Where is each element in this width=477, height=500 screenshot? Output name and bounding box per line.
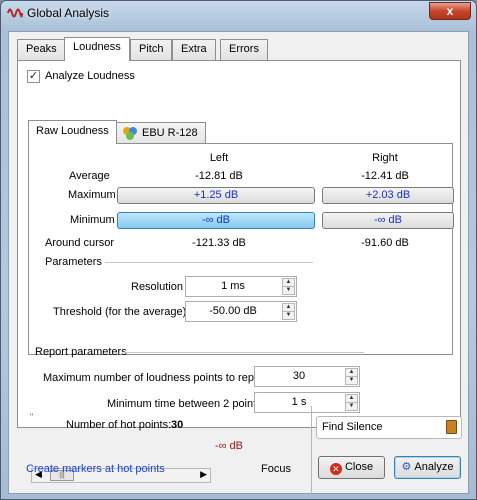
resolution-label: Resolution xyxy=(131,281,183,293)
maximum-left-button[interactable]: +1.25 dB xyxy=(117,187,315,204)
tab-peaks[interactable]: Peaks xyxy=(17,39,66,60)
report-divider xyxy=(124,352,364,353)
scroll-right-arrow-icon[interactable]: ▶ xyxy=(200,469,207,480)
subtab-ebu-label: EBU R-128 xyxy=(142,127,198,139)
tab-loudness[interactable]: Loudness xyxy=(64,37,130,61)
min-time-label: Minimum time between 2 points xyxy=(107,398,262,410)
column-left-header: Left xyxy=(209,152,229,164)
resolution-spinbox[interactable]: 1 ms ▲ ▼ xyxy=(185,276,297,297)
find-silence-icon xyxy=(446,420,457,434)
waveform-app-icon xyxy=(7,8,23,18)
window-close-button[interactable]: x xyxy=(429,2,471,20)
threshold-spinbox[interactable]: -50.00 dB ▲ ▼ xyxy=(185,301,297,322)
around-cursor-label: Around cursor xyxy=(45,237,115,249)
maximum-label: Maximum xyxy=(68,189,116,201)
title-bar: Global Analysis x xyxy=(1,1,476,25)
loudness-tab-panel: ✓ Analyze Loudness Raw Loudness EBU R-12… xyxy=(17,60,461,428)
focus-label: Focus xyxy=(261,463,291,475)
subtab-ebu-r128[interactable]: EBU R-128 xyxy=(115,122,206,144)
parameters-divider xyxy=(105,262,313,263)
parameters-heading: Parameters xyxy=(45,256,102,268)
average-left-value: -12.81 dB xyxy=(195,170,243,182)
analyze-gear-icon: ⚙ xyxy=(401,461,412,473)
dialog-client-area: Peaks Loudness Pitch Extra Errors ✓ Anal… xyxy=(8,31,469,495)
tab-pitch[interactable]: Pitch xyxy=(130,39,173,60)
min-time-value: 1 s xyxy=(291,396,307,408)
analyze-loudness-label: Analyze Loudness xyxy=(45,70,135,82)
average-right-value: -12.41 dB xyxy=(361,170,409,182)
hot-points-count: 30 xyxy=(171,419,184,431)
create-markers-link[interactable]: Create markers at hot points xyxy=(26,463,165,475)
maximum-right-button[interactable]: +2.03 dB xyxy=(322,187,454,204)
hot-points-glyph: " xyxy=(30,412,34,422)
minimum-label: Minimum xyxy=(70,214,115,226)
min-time-spinbox[interactable]: 1 s ▲ ▼ xyxy=(254,392,360,413)
analyze-label: Analyze xyxy=(414,461,454,473)
cursor-left-value: -121.33 dB xyxy=(192,237,246,249)
global-analysis-window: Global Analysis x Peaks Loudness Pitch E… xyxy=(0,0,477,500)
analyze-button[interactable]: ⚙ Analyze xyxy=(394,456,461,479)
close-icon: ✕ xyxy=(329,463,342,475)
analyze-loudness-checkbox[interactable]: ✓ xyxy=(27,70,40,83)
minimum-left-button[interactable]: -∞ dB xyxy=(117,212,315,229)
subtab-raw-loudness[interactable]: Raw Loudness xyxy=(28,120,117,144)
cursor-right-value: -91.60 dB xyxy=(361,237,409,249)
hot-points-label: Number of hot points: xyxy=(66,419,172,431)
close-label: Close xyxy=(344,461,374,473)
bottom-divider xyxy=(311,406,312,495)
window-title: Global Analysis xyxy=(27,6,110,20)
hot-points-scroll-value: -∞ dB xyxy=(215,440,244,452)
raw-loudness-panel: Left Right Average -12.81 dB -12.41 dB M… xyxy=(28,143,454,355)
threshold-value: -50.00 dB xyxy=(209,305,257,317)
report-parameters-heading: Report parameters xyxy=(35,346,127,358)
close-button[interactable]: ✕ Close xyxy=(318,456,385,479)
max-points-value: 30 xyxy=(292,370,306,382)
find-silence-button[interactable]: Find Silence xyxy=(316,416,462,439)
resolution-down-arrow-icon[interactable]: ▼ xyxy=(282,286,295,295)
column-right-header: Right xyxy=(372,152,398,164)
minimum-right-button[interactable]: -∞ dB xyxy=(322,212,454,229)
threshold-label: Threshold (for the average) xyxy=(53,306,187,318)
min-time-down-arrow-icon[interactable]: ▼ xyxy=(345,402,358,411)
ebu-icon xyxy=(123,127,137,140)
tab-extra[interactable]: Extra xyxy=(172,39,216,60)
max-points-spinbox[interactable]: 30 ▲ ▼ xyxy=(254,366,360,387)
max-points-down-arrow-icon[interactable]: ▼ xyxy=(345,376,358,385)
resolution-value: 1 ms xyxy=(221,280,245,292)
average-label: Average xyxy=(69,170,110,182)
threshold-down-arrow-icon[interactable]: ▼ xyxy=(282,311,295,320)
max-points-label: Maximum number of loudness points to rep… xyxy=(43,372,267,384)
find-silence-label: Find Silence xyxy=(322,421,383,433)
tab-errors[interactable]: Errors xyxy=(220,39,268,60)
